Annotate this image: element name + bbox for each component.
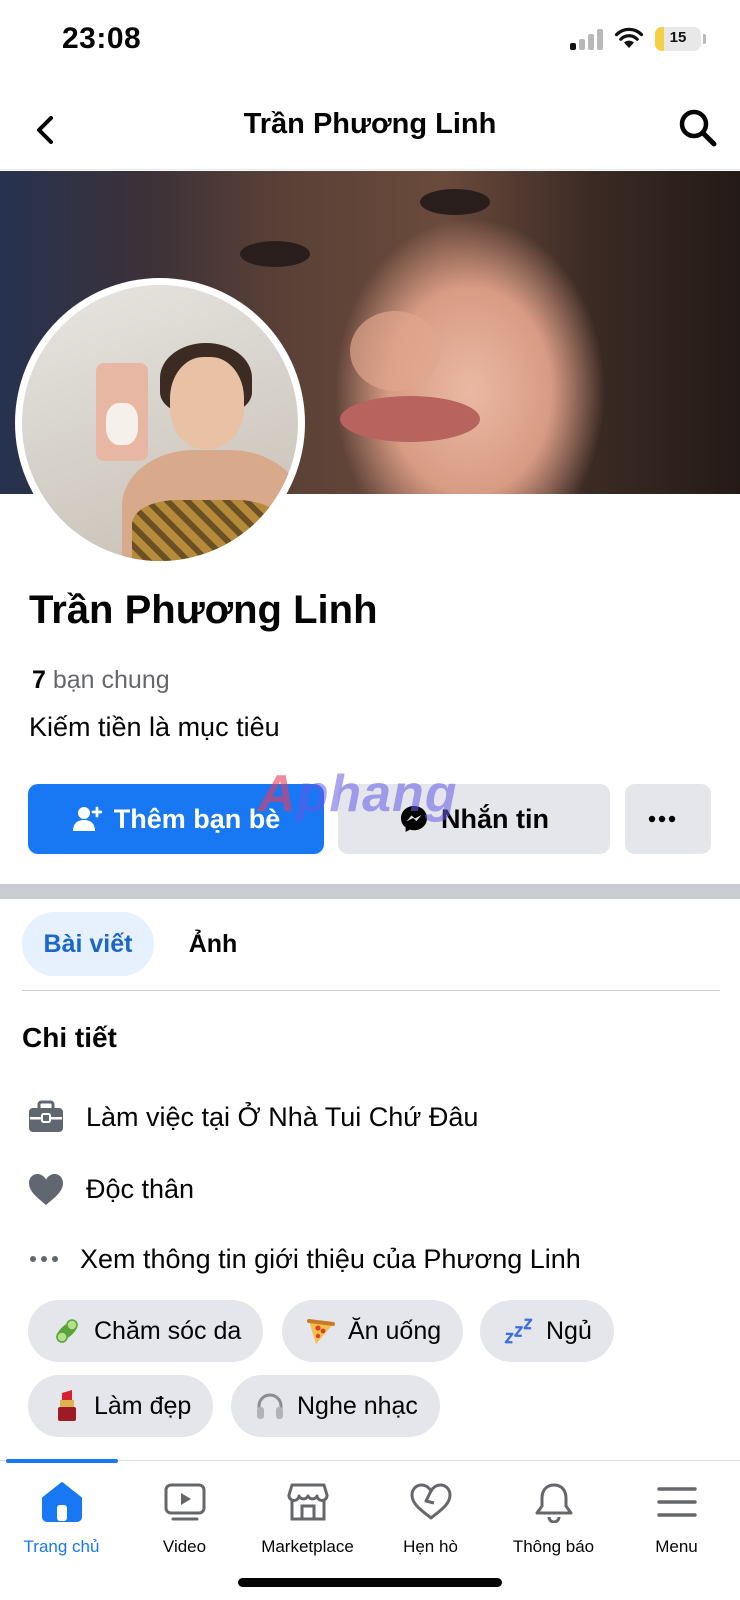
marketplace-icon <box>285 1479 331 1525</box>
mutual-friends-count: 7 <box>32 666 46 694</box>
search-icon <box>679 109 717 147</box>
status-time: 23:08 <box>62 22 142 55</box>
detail-work-text: Làm việc tại Ở Nhà Tui Chứ Đâu <box>86 1101 479 1132</box>
nav-home[interactable]: Trang chủ <box>0 1479 123 1557</box>
interest-chip-label: Làm đẹp <box>94 1391 192 1420</box>
dating-icon <box>408 1479 454 1525</box>
home-indicator <box>238 1578 502 1587</box>
add-friend-label: Thêm bạn bè <box>113 803 281 834</box>
nav-dating[interactable]: Hẹn hò <box>369 1479 492 1557</box>
cover-eye-right <box>420 189 490 215</box>
more-options-button[interactable] <box>625 784 711 854</box>
nav-marketplace[interactable]: Marketplace <box>246 1479 369 1557</box>
detail-relationship-text: Độc thân <box>86 1173 195 1204</box>
sleep-icon <box>504 1316 534 1346</box>
nav-active-indicator <box>6 1459 118 1463</box>
interest-chip-label: Ngủ <box>546 1316 592 1345</box>
cover-nose <box>350 311 440 391</box>
messenger-icon <box>401 806 427 832</box>
profile-bio: Kiếm tiền là mục tiêu <box>29 712 280 742</box>
nav-label: Trang chủ <box>23 1537 100 1556</box>
detail-work: Làm việc tại Ở Nhà Tui Chứ Đâu <box>26 1092 478 1142</box>
battery-cap <box>703 34 706 44</box>
nav-label: Thông báo <box>512 1537 595 1556</box>
lipstick-icon <box>52 1390 82 1421</box>
video-icon <box>162 1479 208 1525</box>
avatar-photo <box>22 285 298 561</box>
interest-chip-sleep[interactable]: Ngủ <box>480 1300 614 1362</box>
back-button[interactable] <box>26 110 66 150</box>
details-title: Chi tiết <box>22 1022 117 1053</box>
cucumber-icon <box>52 1316 82 1346</box>
headphones-icon <box>255 1391 285 1421</box>
message-button[interactable]: Nhắn tin <box>338 784 610 854</box>
profile-header: Trần Phương Linh <box>0 88 740 170</box>
nav-notifications[interactable]: Thông báo <box>492 1479 615 1557</box>
cellular-signal-icon <box>570 28 604 50</box>
interest-chip-label: Chăm sóc da <box>94 1316 242 1345</box>
see-about-info-text: Xem thông tin giới thiệu của Phương Linh <box>80 1243 581 1274</box>
more-dots-icon <box>648 815 676 823</box>
interest-chip-skincare[interactable]: Chăm sóc da <box>28 1300 264 1362</box>
mutual-friends-label: bạn chung <box>52 666 170 694</box>
nav-label: Video <box>162 1537 207 1556</box>
home-icon <box>39 1479 85 1525</box>
status-bar: 23:08 15 <box>0 0 740 80</box>
chevron-left-icon <box>37 116 53 144</box>
nav-menu[interactable]: Menu <box>615 1479 738 1557</box>
see-about-info[interactable]: Xem thông tin giới thiệu của Phương Linh <box>24 1234 581 1284</box>
nav-label: Menu <box>655 1537 698 1556</box>
menu-icon <box>654 1479 700 1525</box>
add-friend-button[interactable]: Thêm bạn bè <box>28 784 324 854</box>
detail-relationship: Độc thân <box>26 1164 194 1214</box>
profile-name: Trần Phương Linh <box>29 588 378 632</box>
mutual-friends[interactable]: 7 bạn chung <box>32 666 170 695</box>
more-dots-icon <box>24 1239 64 1279</box>
nav-label: Marketplace <box>261 1537 354 1556</box>
nav-video[interactable]: Video <box>123 1479 246 1557</box>
interest-chip-label: Ăn uống <box>348 1316 442 1345</box>
search-button[interactable] <box>676 106 720 150</box>
tab-posts[interactable]: Bài viết <box>22 912 154 976</box>
tabs-divider <box>22 990 720 991</box>
cover-eye-left <box>240 241 310 267</box>
cover-lips <box>340 396 480 442</box>
message-label: Nhắn tin <box>441 803 549 834</box>
battery-icon: 15 <box>655 27 701 51</box>
section-divider <box>0 884 740 899</box>
interest-chip-label: Nghe nhạc <box>297 1391 418 1420</box>
battery-level: 15 <box>669 29 687 46</box>
bell-icon <box>531 1479 577 1525</box>
pizza-icon <box>306 1316 336 1346</box>
interest-chip-music[interactable]: Nghe nhạc <box>231 1375 440 1437</box>
interest-chip-beauty[interactable]: Làm đẹp <box>28 1375 214 1437</box>
nav-label: Hẹn hò <box>403 1537 458 1556</box>
profile-avatar[interactable] <box>15 278 305 568</box>
interest-chip-food[interactable]: Ăn uống <box>282 1300 464 1362</box>
heart-icon <box>26 1169 66 1209</box>
briefcase-icon <box>26 1097 66 1137</box>
tab-photos[interactable]: Ảnh <box>170 912 256 976</box>
wifi-icon <box>614 27 644 48</box>
header-title: Trần Phương Linh <box>243 108 497 140</box>
add-friend-icon <box>72 806 102 831</box>
